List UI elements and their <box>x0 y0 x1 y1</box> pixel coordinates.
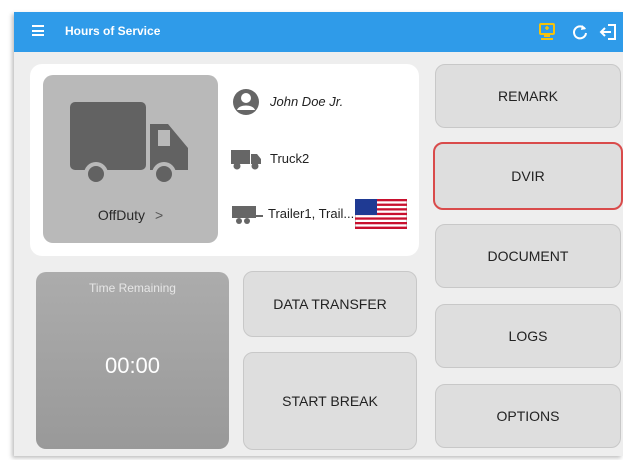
us-flag-icon <box>355 199 407 229</box>
chevron-right-icon: > <box>154 207 164 223</box>
data-transfer-button[interactable]: DATA TRANSFER <box>243 271 417 337</box>
remark-button[interactable]: REMARK <box>435 64 621 128</box>
time-remaining-tile: Time Remaining 00:00 <box>36 272 229 449</box>
trailer-names: Trailer1, Trail... <box>268 206 355 221</box>
status-card: OffDuty > John Doe Jr. Truck2 Trailer1, … <box>30 64 419 256</box>
trailer-icon <box>232 206 263 224</box>
document-button[interactable]: DOCUMENT <box>435 224 621 288</box>
duty-status-label: OffDuty > <box>43 207 218 223</box>
time-remaining-label: Time Remaining <box>89 281 176 295</box>
options-button[interactable]: OPTIONS <box>435 384 621 448</box>
truck-name: Truck2 <box>270 151 310 166</box>
person-icon <box>233 89 259 115</box>
small-truck-icon <box>231 150 261 170</box>
truck-row[interactable]: Truck2 <box>230 144 410 174</box>
app-bar: Hours of Service <box>14 12 623 52</box>
start-break-button[interactable]: START BREAK <box>243 352 417 450</box>
app-window: Hours of Service OffDuty > John Doe Jr. … <box>14 12 623 456</box>
refresh-icon[interactable] <box>570 22 590 42</box>
duty-status-tile[interactable]: OffDuty > <box>43 75 218 243</box>
logout-icon[interactable] <box>599 22 619 42</box>
duty-status-text: OffDuty <box>97 207 146 223</box>
menu-icon[interactable] <box>32 25 44 36</box>
driver-row[interactable]: John Doe Jr. <box>230 87 410 117</box>
truck-icon <box>70 102 188 186</box>
driver-name: John Doe Jr. <box>270 94 344 109</box>
app-title: Hours of Service <box>65 24 161 38</box>
device-sync-icon[interactable] <box>537 22 557 42</box>
time-remaining-value: 00:00 <box>104 353 161 378</box>
dvir-button[interactable]: DVIR <box>433 142 623 210</box>
logs-button[interactable]: LOGS <box>435 304 621 368</box>
